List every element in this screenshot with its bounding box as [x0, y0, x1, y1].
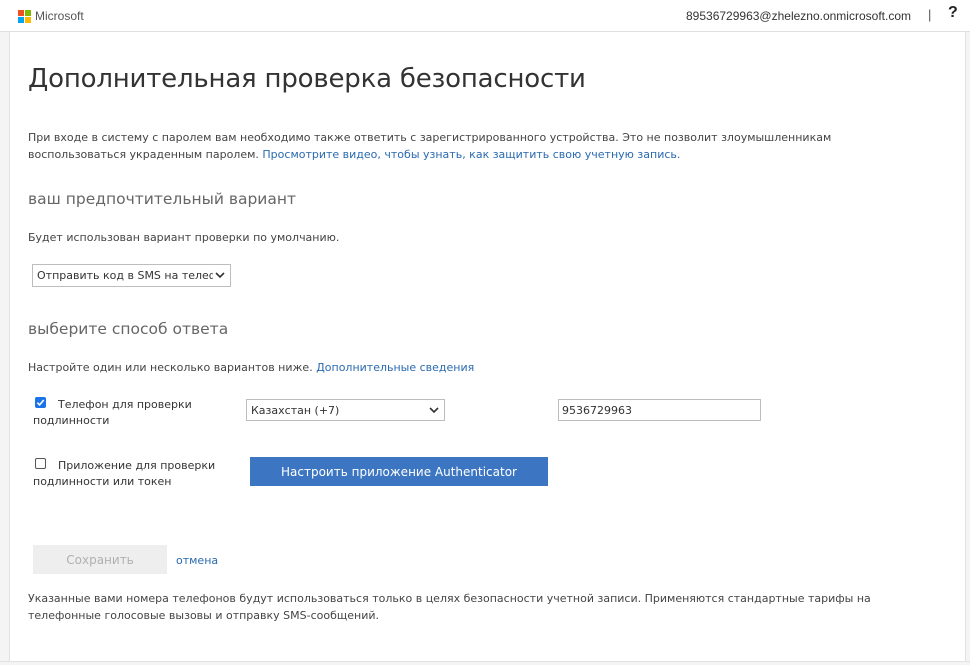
app-option-label: Приложение для проверки подлинности или …: [33, 459, 216, 488]
intro-paragraph: При входе в систему с паролем вам необхо…: [28, 129, 918, 163]
setup-authenticator-button[interactable]: Настроить приложение Authenticator: [250, 457, 548, 486]
preferred-method-select[interactable]: Отправить код в SMS на телефон проверки …: [32, 264, 231, 287]
phone-number-input[interactable]: [558, 399, 761, 421]
video-link[interactable]: Просмотрите видео, чтобы узнать, как защ…: [262, 148, 680, 161]
window-frame-left: [0, 0, 10, 665]
user-email[interactable]: 89536729963@zhelezno.onmicrosoft.com: [686, 9, 911, 23]
top-header: Microsoft 89536729963@zhelezno.onmicroso…: [0, 0, 970, 32]
response-method-title: выберите способ ответа: [28, 320, 229, 338]
microsoft-logo-icon: [18, 10, 32, 24]
preferred-method-value: Отправить код в SMS на телефон проверки …: [37, 269, 213, 282]
preferred-option-description: Будет использован вариант проверки по ум…: [28, 231, 340, 244]
more-info-link[interactable]: Дополнительные сведения: [316, 361, 474, 374]
phone-option-label: Телефон для проверки подлинности: [33, 398, 192, 427]
country-value: Казахстан (+7): [251, 403, 340, 417]
cancel-link[interactable]: отмена: [176, 554, 218, 567]
window-frame-bottom: [0, 661, 970, 665]
header-separator: |: [928, 7, 932, 22]
chevron-down-icon: [213, 269, 227, 283]
country-select[interactable]: Казахстан (+7): [246, 399, 445, 421]
chevron-down-icon: [427, 403, 441, 417]
phone-usage-note: Указанные вами номера телефонов будут ис…: [28, 592, 871, 622]
page-title: Дополнительная проверка безопасности: [28, 64, 586, 94]
response-method-description: Настройте один или несколько вариантов н…: [28, 361, 474, 374]
logo-text: Microsoft: [35, 9, 84, 23]
save-button[interactable]: Сохранить: [33, 545, 167, 574]
preferred-option-title: ваш предпочтительный вариант: [28, 190, 297, 208]
window-scrollbar-track[interactable]: [965, 32, 970, 662]
response-description-text: Настройте один или несколько вариантов н…: [28, 361, 317, 374]
help-icon[interactable]: ?: [948, 4, 958, 22]
